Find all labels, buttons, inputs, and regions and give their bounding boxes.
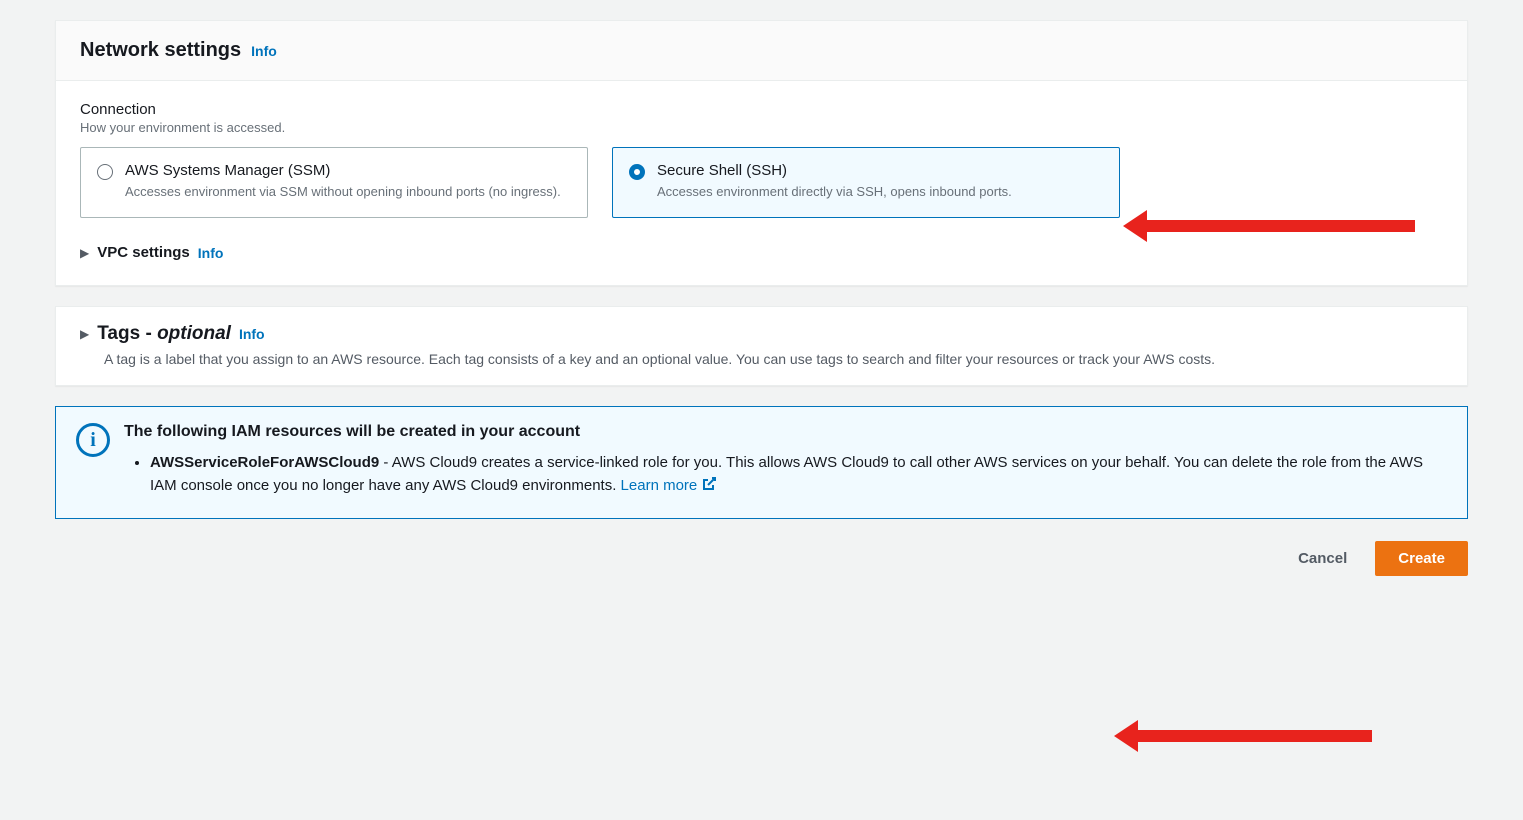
connection-desc: How your environment is accessed. xyxy=(80,120,1443,135)
iam-role-name: AWSServiceRoleForAWSCloud9 xyxy=(150,454,379,471)
radio-icon xyxy=(629,164,645,180)
connection-label: Connection xyxy=(80,101,1443,118)
radio-text: Secure Shell (SSH) Accesses environment … xyxy=(657,162,1012,201)
radio-text: AWS Systems Manager (SSM) Accesses envir… xyxy=(125,162,561,201)
create-button[interactable]: Create xyxy=(1375,541,1468,576)
ssm-desc: Accesses environment via SSM without ope… xyxy=(125,183,561,201)
caret-right-icon: ▶ xyxy=(80,246,89,260)
caret-right-icon: ▶ xyxy=(80,327,89,341)
cancel-button[interactable]: Cancel xyxy=(1284,542,1361,575)
info-icon: i xyxy=(76,423,110,457)
iam-role-list: AWSServiceRoleForAWSCloud9 - AWS Cloud9 … xyxy=(124,451,1447,498)
external-link-icon xyxy=(701,476,717,492)
info-icon-wrap: i xyxy=(76,423,110,498)
vpc-settings-label: VPC settings xyxy=(97,244,190,261)
iam-info-title: The following IAM resources will be crea… xyxy=(124,423,1447,441)
iam-role-item: AWSServiceRoleForAWSCloud9 - AWS Cloud9 … xyxy=(150,451,1447,498)
tags-optional: optional xyxy=(157,323,231,344)
iam-info-box: i The following IAM resources will be cr… xyxy=(55,406,1468,519)
ssm-title: AWS Systems Manager (SSM) xyxy=(125,162,561,179)
tags-info-link[interactable]: Info xyxy=(239,326,265,342)
tags-title-text: Tags - xyxy=(97,323,157,344)
tags-header: ▶ Tags - optional Info A tag is a label … xyxy=(56,307,1467,385)
form-actions: Cancel Create xyxy=(55,541,1468,576)
network-settings-body: Connection How your environment is acces… xyxy=(56,81,1467,285)
connection-option-ssm[interactable]: AWS Systems Manager (SSM) Accesses envir… xyxy=(80,147,588,218)
network-settings-title: Network settings xyxy=(80,39,241,62)
network-info-link[interactable]: Info xyxy=(251,43,277,59)
tags-expander[interactable]: ▶ Tags - optional Info xyxy=(80,323,1443,345)
learn-more-text: Learn more xyxy=(621,477,698,494)
ssh-desc: Accesses environment directly via SSH, o… xyxy=(657,183,1012,201)
tags-panel: ▶ Tags - optional Info A tag is a label … xyxy=(55,306,1468,386)
tags-title: Tags - optional xyxy=(97,323,231,345)
radio-icon xyxy=(97,164,113,180)
vpc-settings-expander[interactable]: ▶ VPC settings Info xyxy=(80,244,1443,261)
vpc-info-link[interactable]: Info xyxy=(198,245,224,261)
network-settings-panel: Network settings Info Connection How you… xyxy=(55,20,1468,286)
annotation-arrow xyxy=(1145,220,1415,232)
connection-options: AWS Systems Manager (SSM) Accesses envir… xyxy=(80,147,1443,218)
tags-description: A tag is a label that you assign to an A… xyxy=(104,351,1443,367)
ssh-title: Secure Shell (SSH) xyxy=(657,162,1012,179)
iam-info-content: The following IAM resources will be crea… xyxy=(124,423,1447,498)
learn-more-link[interactable]: Learn more xyxy=(621,477,718,494)
connection-option-ssh[interactable]: Secure Shell (SSH) Accesses environment … xyxy=(612,147,1120,218)
network-settings-header: Network settings Info xyxy=(56,21,1467,81)
annotation-arrow xyxy=(1136,730,1372,742)
